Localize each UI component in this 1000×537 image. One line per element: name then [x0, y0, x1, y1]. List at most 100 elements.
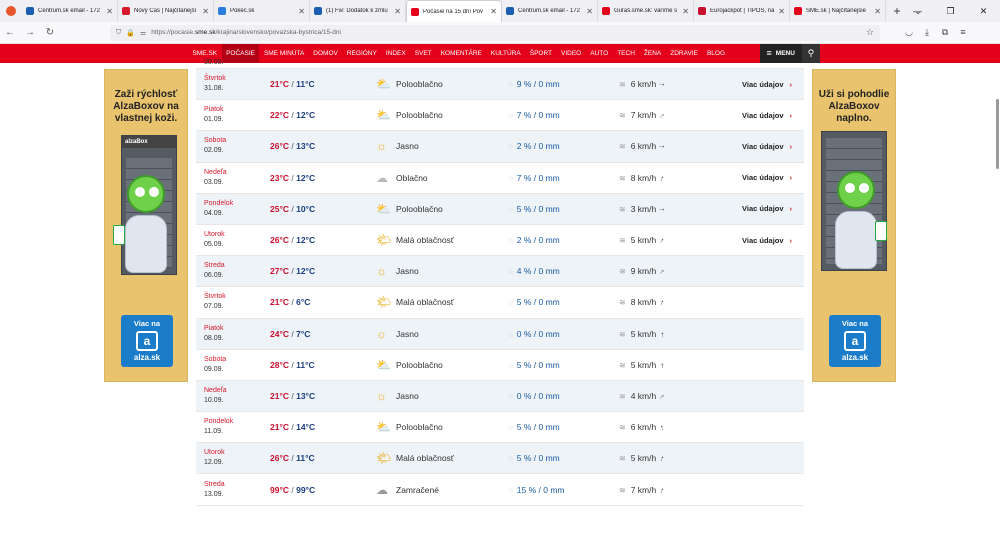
browser-tab[interactable]: Eurojackpot | TIPOS, ná ✕	[694, 0, 790, 22]
tab-close-icon[interactable]: ✕	[490, 7, 497, 16]
app-menu-icon[interactable]: ≡	[954, 27, 972, 38]
precipitation: ◌ 5 % / 0 mm	[508, 422, 560, 433]
day-date: 05.09.	[204, 241, 224, 249]
overcast-icon: ☁	[376, 482, 388, 497]
table-row[interactable]: Štvrtok 31.08. 21°C / 11°C ⛅ Polooblačno…	[196, 69, 804, 101]
chevron-right-icon: ›	[789, 173, 793, 183]
day-cell: Nedeľa 10.09.	[204, 386, 264, 406]
day-date: 07.09.	[204, 303, 224, 311]
wind-icon: ≋	[619, 485, 626, 495]
lock-icon[interactable]: 🔒	[126, 29, 135, 37]
maximize-button[interactable]: ❐	[934, 0, 967, 22]
precipitation: ◌ 9 % / 0 mm	[508, 79, 560, 90]
tab-close-icon[interactable]: ✕	[394, 7, 401, 16]
precipitation: ◌ 5 % / 0 mm	[508, 453, 560, 464]
bookmark-star-icon[interactable]: ☆	[866, 27, 874, 38]
tab-close-icon[interactable]: ✕	[778, 7, 785, 16]
tab-close-icon[interactable]: ✕	[298, 7, 305, 16]
day-date: 11.09.	[204, 428, 223, 436]
url-bar[interactable]: ⛉ 🔒 ⚌ https://pocasie.sme.sk/krajina/slo…	[110, 24, 880, 41]
weather-description: Malá oblačnosť	[396, 453, 454, 464]
wind: ≋7 km/h↑	[619, 484, 666, 495]
drop-icon: ◌	[508, 454, 513, 464]
sunny-icon: ☼	[376, 326, 387, 341]
more-details-link[interactable]: Viac údajov ›	[742, 80, 792, 89]
tab-label: SME.sk | Najčítanejšie	[806, 8, 866, 14]
day-date: 12.09.	[204, 459, 224, 467]
browser-tab[interactable]: Centrum.sk email - 172 ✕	[22, 0, 118, 22]
tab-label: Počasie na 15 dní Pov	[423, 8, 484, 15]
close-window-button[interactable]: ✕	[967, 0, 1000, 22]
wind: ≋ 8 km/h ↑	[619, 172, 666, 184]
browser-tab-strip: Centrum.sk email - 172 ✕ Nový Čas | Najč…	[0, 0, 1000, 22]
browser-tab[interactable]: Centrum.sk email - 172 ✕	[502, 0, 598, 22]
chevron-right-icon: ›	[789, 204, 793, 214]
table-row[interactable]: Utorok 05.09. 26°C / 12°C 🌤 Malá oblačno…	[196, 225, 804, 257]
tab-close-icon[interactable]: ✕	[106, 7, 113, 16]
page-scrollbar[interactable]	[994, 44, 1000, 537]
tab-close-icon[interactable]: ✕	[874, 7, 881, 16]
temp-high: 24°C	[270, 328, 289, 339]
wind: ≋ 6 km/h ↑	[619, 79, 667, 90]
back-button[interactable]: ←	[0, 27, 20, 38]
more-details-link[interactable]: Viac údajov ›	[742, 236, 792, 245]
ad-cta-button[interactable]: Viac na a alza.sk	[829, 315, 881, 367]
extensions-icon[interactable]: ⧉	[936, 27, 954, 38]
browser-tab[interactable]: Guľaš.sme.sk: varíme s ✕	[598, 0, 694, 22]
browser-nav-bar: ← → ↻ ⛉ 🔒 ⚌ https://pocasie.sme.sk/kraji…	[0, 22, 1000, 44]
permissions-icon[interactable]: ⚌	[140, 29, 146, 37]
precipitation: ◌ 4 % / 0 mm	[508, 266, 560, 277]
temperature: 99°C / 99°C	[270, 484, 316, 495]
temp-low: 12°C	[296, 266, 316, 277]
partly-cloudy-icon: ⛅	[376, 420, 391, 435]
wind-direction-icon: ↑	[660, 360, 665, 370]
minimize-button[interactable]: —	[901, 0, 934, 22]
more-details-link[interactable]: Viac údajov ›	[742, 173, 792, 182]
url-text[interactable]: https://pocasie.sme.sk/krajina/slovensko…	[151, 29, 866, 36]
wind-icon: ≋	[619, 173, 626, 183]
more-details-link[interactable]: Viac údajov ›	[742, 111, 792, 120]
wind-direction-icon: ↑	[658, 235, 667, 246]
table-row: Utorok 12.09. 26°C / 11°C 🌤 Malá oblačno…	[196, 443, 804, 475]
day-cell: Štvrtok 07.09.	[204, 292, 264, 312]
tab-close-icon[interactable]: ✕	[586, 7, 593, 16]
drop-icon: ◌	[508, 142, 513, 152]
tab-favicon-icon	[122, 7, 130, 15]
forward-button[interactable]: →	[20, 27, 40, 38]
precipitation: ◌ 0 % / 0 mm	[508, 328, 560, 339]
tab-favicon-icon	[506, 7, 514, 15]
browser-tab[interactable]: Počasie na 15 dní Pov ✕	[406, 0, 502, 22]
shield-icon[interactable]: ⛉	[116, 29, 121, 37]
temperature: 27°C / 12°C	[270, 266, 316, 277]
browser-tab[interactable]: Pokec.sk ✕	[214, 0, 310, 22]
table-row[interactable]: Pondelok 04.09. 25°C / 10°C ⛅ Polooblačn…	[196, 193, 804, 225]
browser-tab[interactable]: (1) Fw: Dodatok k zmlu ✕	[310, 0, 406, 22]
search-button[interactable]: ⚲	[801, 44, 820, 63]
left-ad-banner[interactable]: Zaži rýchlosť AlzaBoxov na vlastnej koži…	[104, 69, 188, 382]
tab-favicon-icon	[218, 7, 226, 15]
browser-tab[interactable]: SME.sk | Najčítanejšie ✕	[790, 0, 886, 22]
table-row[interactable]: Nedeľa 03.09. 23°C / 12°C ☁ Oblačno ◌ 7 %…	[196, 163, 804, 194]
wind: ≋ 5 km/h ↑	[619, 235, 667, 246]
more-details-link[interactable]: Viac údajov ›	[742, 204, 792, 213]
right-ad-banner[interactable]: Uži si pohodlie AlzaBoxov naplno. Viac n…	[812, 69, 896, 382]
day-date: 13.09.	[204, 490, 224, 498]
table-row[interactable]: Sobota 02.09. 26°C / 13°C ☼ Jasno ◌ 2 % /…	[196, 131, 804, 163]
ad-cta-button[interactable]: Viac na a alza.sk	[121, 315, 173, 367]
tab-close-icon[interactable]: ✕	[202, 7, 209, 16]
wind-icon: ≋	[619, 329, 626, 339]
wind: ≋ 5 km/h ↑	[619, 453, 666, 464]
tab-label: Centrum.sk email - 172	[518, 8, 581, 14]
pocket-icon[interactable]: ◡	[900, 27, 918, 38]
day-name: Utorok	[204, 231, 225, 239]
downloads-icon[interactable]: ⤓	[918, 27, 936, 38]
reload-button[interactable]: ↻	[40, 27, 60, 38]
more-details-link[interactable]: Viac údajov ›	[742, 142, 792, 151]
wind-icon: ≋	[619, 111, 626, 121]
tab-close-icon[interactable]: ✕	[682, 7, 689, 16]
browser-tab[interactable]: Nový Čas | Najčítanejší ✕	[118, 0, 214, 22]
table-row[interactable]: Piatok 01.09. 22°C / 12°C ⛅ Polooblačno …	[196, 100, 804, 132]
wind-icon: ≋	[619, 236, 626, 246]
day-cell: Streda 06.09.	[204, 261, 264, 281]
weather-description: Polooblačno	[396, 359, 443, 370]
